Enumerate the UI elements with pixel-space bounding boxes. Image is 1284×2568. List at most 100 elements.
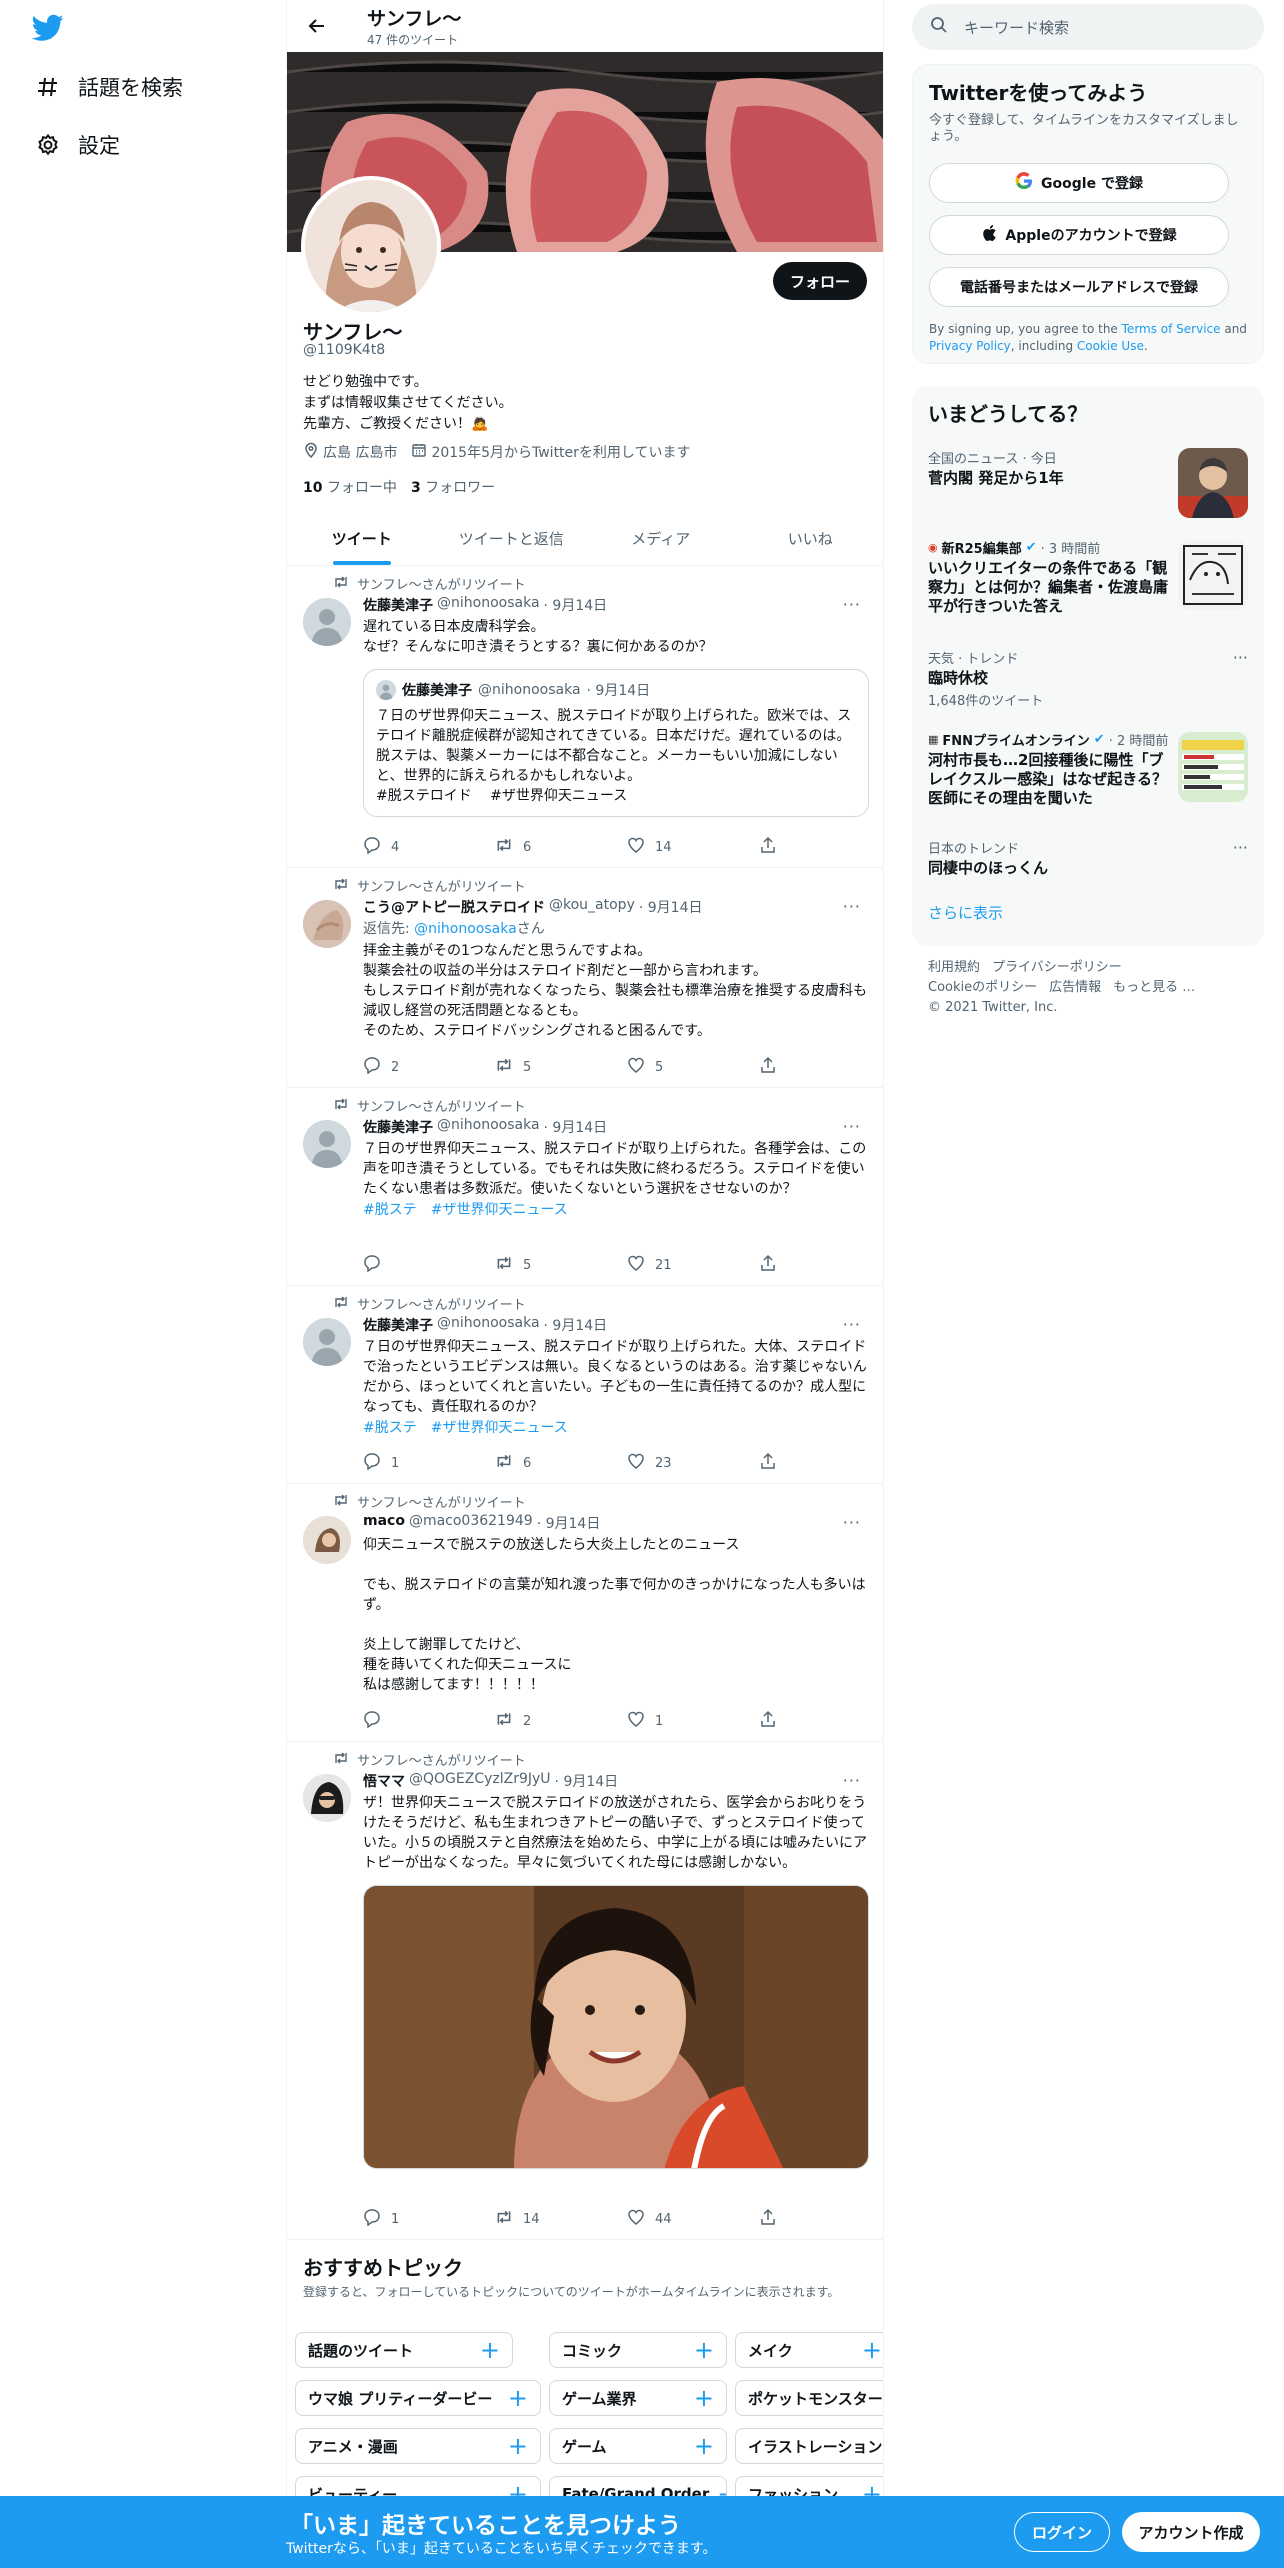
footer-link[interactable]: もっと見る …	[1113, 980, 1195, 995]
topic-chip[interactable]: メイク +	[735, 2332, 883, 2368]
reply-mention[interactable]: @nihonoosaka	[414, 921, 517, 937]
retweet-button[interactable]: 5	[495, 1254, 627, 1276]
topic-chip[interactable]: アニメ・漫画 +	[295, 2428, 541, 2464]
share-button[interactable]	[759, 2208, 777, 2230]
share-button[interactable]	[759, 1710, 777, 1732]
tweet-handle[interactable]: @nihonoosaka	[437, 1117, 540, 1137]
tab-tweets[interactable]: ツイート	[287, 512, 437, 565]
retweet-button[interactable]: 2	[495, 1710, 627, 1732]
topic-chip[interactable]: 話題のツイート +	[295, 2332, 513, 2368]
reply-button[interactable]: 4	[363, 836, 495, 858]
tweet-avatar[interactable]	[303, 900, 351, 948]
topic-chip[interactable]: ゲーム +	[549, 2428, 727, 2464]
more-icon[interactable]: ···	[1233, 838, 1248, 857]
tweet-author[interactable]: 佐藤美津子	[363, 1315, 433, 1335]
more-icon[interactable]: ···	[1233, 648, 1248, 667]
hashtag-link[interactable]: #脱ステ	[363, 1202, 417, 1218]
terms-link[interactable]: Terms of Service	[1122, 322, 1221, 336]
search-input[interactable]: キーワード検索	[912, 4, 1264, 50]
tweet-avatar[interactable]	[303, 1318, 351, 1366]
tweet-author[interactable]: 佐藤美津子	[363, 1117, 433, 1137]
footer-link[interactable]: Cookieのポリシー	[928, 980, 1037, 995]
trend-item[interactable]: 日本のトレンド 同棲中のほっくん ···	[928, 838, 1248, 882]
phone-email-signup-button[interactable]: 電話番号またはメールアドレスで登録	[929, 267, 1229, 307]
tweet-handle[interactable]: @QOGEZCyzlZr9JyU	[409, 1771, 551, 1791]
tweet-author[interactable]: 悟ママ	[363, 1771, 405, 1791]
share-button[interactable]	[759, 836, 777, 858]
nav-settings[interactable]: 設定	[36, 130, 120, 160]
trend-item[interactable]: 全国のニュース · 今日 菅内閣 発足から1年	[928, 448, 1248, 520]
apple-signup-button[interactable]: Appleのアカウントで登録	[929, 215, 1229, 255]
topic-chip[interactable]: ポケットモンスター+	[735, 2380, 883, 2416]
back-arrow-icon[interactable]	[299, 8, 335, 44]
trend-item[interactable]: 天気 · トレンド 臨時休校 1,648件のツイート ···	[928, 648, 1248, 709]
profile-avatar[interactable]	[301, 176, 441, 316]
more-icon[interactable]: ···	[843, 1117, 861, 1136]
tweet-author[interactable]: こう@アトピー脱ステロイド	[363, 897, 545, 917]
tweet-avatar[interactable]	[303, 1774, 351, 1822]
login-button[interactable]: ログイン	[1014, 2512, 1110, 2552]
like-button[interactable]: 1	[627, 1710, 759, 1732]
more-icon[interactable]: ···	[843, 1771, 861, 1790]
tweet-avatar[interactable]	[303, 598, 351, 646]
tweet-handle[interactable]: @maco03621949	[409, 1513, 533, 1533]
tweet-handle[interactable]: @nihonoosaka	[437, 595, 540, 615]
nav-explore[interactable]: 話題を検索	[36, 72, 183, 102]
more-icon[interactable]: ···	[843, 1315, 861, 1334]
tweet-author[interactable]: maco	[363, 1513, 405, 1533]
reply-button[interactable]	[363, 1710, 495, 1732]
reply-button[interactable]: 2	[363, 1056, 495, 1078]
like-button[interactable]: 21	[627, 1254, 759, 1276]
tweet[interactable]: サンフレ〜さんがリツイート maco @maco03621949 · 9月14日 ·…	[287, 1484, 883, 1742]
following-link[interactable]: 10 フォロー中	[303, 477, 397, 497]
tweet-avatar[interactable]	[303, 1516, 351, 1564]
tweet[interactable]: サンフレ〜さんがリツイート こう@アトピー脱ステロイド @kou_atopy · 9…	[287, 868, 883, 1088]
quoted-tweet[interactable]: 佐藤美津子 @nihonoosaka · 9月14日 ７日のザ世界仰天ニュース、…	[363, 669, 869, 817]
show-more-link[interactable]: さらに表示	[928, 902, 1003, 923]
tweet-avatar[interactable]	[303, 1120, 351, 1168]
share-button[interactable]	[759, 1452, 777, 1474]
reply-button[interactable]: 1	[363, 1452, 495, 1474]
retweet-button[interactable]: 6	[495, 1452, 627, 1474]
hashtag-link[interactable]: #ザ世界仰天ニュース	[431, 1420, 568, 1436]
trend-item[interactable]: ▦ FNNプライムオンライン ✔ · 2 時間前 河村市長も…2回接種後に陽性「ブレイ…	[928, 730, 1248, 820]
retweet-button[interactable]: 6	[495, 836, 627, 858]
tweet-date[interactable]: · 9月14日	[544, 1117, 608, 1137]
footer-link[interactable]: プライバシーポリシー	[992, 960, 1122, 975]
topic-chip[interactable]: コミック +	[549, 2332, 727, 2368]
topic-chip[interactable]: イラストレーション+	[735, 2428, 883, 2464]
share-button[interactable]	[759, 1056, 777, 1078]
share-button[interactable]	[759, 1254, 777, 1276]
tweet[interactable]: サンフレ〜さんがリツイート 佐藤美津子 @nihonoosaka · 9月14日 ·…	[287, 1286, 883, 1484]
trend-item[interactable]: ◉ 新R25編集部 ✔ · 3 時間前 いいクリエイターの条件である「観察力」とは何か…	[928, 538, 1248, 618]
tweet-handle[interactable]: @kou_atopy	[549, 897, 635, 917]
like-button[interactable]: 5	[627, 1056, 759, 1078]
more-icon[interactable]: ···	[843, 1513, 861, 1532]
like-button[interactable]: 23	[627, 1452, 759, 1474]
retweet-button[interactable]: 14	[495, 2208, 627, 2230]
topic-chip[interactable]: ゲーム業界 +	[549, 2380, 727, 2416]
more-icon[interactable]: ···	[843, 897, 861, 916]
tweet-photo[interactable]	[363, 1885, 869, 2169]
tweet-author[interactable]: 佐藤美津子	[363, 595, 433, 615]
hashtag-link[interactable]: #脱ステ	[363, 1420, 417, 1436]
tweet-date[interactable]: · 9月14日	[544, 1315, 608, 1335]
hashtag-link[interactable]: #ザ世界仰天ニュース	[431, 1202, 568, 1218]
like-button[interactable]: 44	[627, 2208, 759, 2230]
followers-link[interactable]: 3 フォロワー	[411, 477, 495, 497]
tweet-date[interactable]: · 9月14日	[537, 1513, 601, 1533]
tab-tweets-replies[interactable]: ツイートと返信	[437, 512, 587, 565]
tweet-handle[interactable]: @nihonoosaka	[437, 1315, 540, 1335]
like-button[interactable]: 14	[627, 836, 759, 858]
cookie-link[interactable]: Cookie Use	[1077, 339, 1144, 353]
tweet[interactable]: サンフレ〜さんがリツイート 佐藤美津子 @nihonoosaka · 9月14日 ·…	[287, 566, 883, 868]
reply-button[interactable]	[363, 1254, 495, 1276]
topic-chip[interactable]: ウマ娘 プリティーダービー +	[295, 2380, 541, 2416]
privacy-link[interactable]: Privacy Policy	[929, 339, 1011, 353]
footer-link[interactable]: 利用規約	[928, 960, 980, 975]
footer-link[interactable]: 広告情報	[1049, 980, 1101, 995]
tweet[interactable]: サンフレ〜さんがリツイート 悟ママ @QOGEZCyzlZr9JyU · 9月14日…	[287, 1742, 883, 2240]
tab-media[interactable]: メディア	[586, 512, 736, 565]
retweet-button[interactable]: 5	[495, 1056, 627, 1078]
signup-button[interactable]: アカウント作成	[1122, 2512, 1260, 2552]
